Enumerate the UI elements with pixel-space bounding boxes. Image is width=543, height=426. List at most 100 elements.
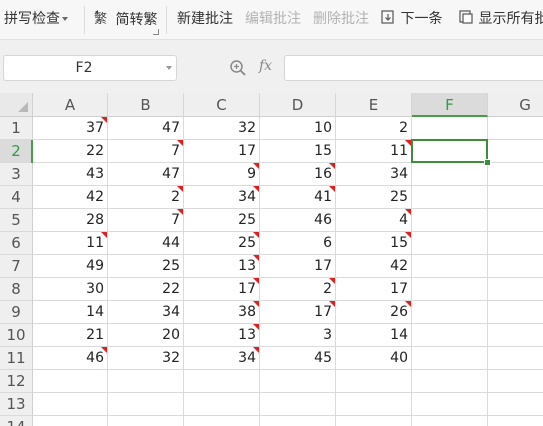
cell-g13[interactable] — [488, 393, 543, 416]
cell-b7[interactable]: 25 — [108, 255, 184, 278]
cell-d12[interactable] — [260, 370, 336, 393]
cell-e2[interactable]: 11 — [336, 140, 412, 163]
cell-f5[interactable] — [412, 209, 488, 232]
comment-indicator-icon[interactable] — [405, 232, 411, 238]
cell-d8[interactable]: 2 — [260, 278, 336, 301]
cell-c1[interactable]: 32 — [184, 117, 260, 140]
cell-f3[interactable] — [412, 163, 488, 186]
cell-g6[interactable] — [488, 232, 543, 255]
cell-g1[interactable] — [488, 117, 543, 140]
row-header[interactable]: 10 — [0, 324, 33, 347]
cell-d4[interactable]: 41 — [260, 186, 336, 209]
cell-g9[interactable] — [488, 301, 543, 324]
comment-indicator-icon[interactable] — [253, 324, 259, 330]
cell-e14[interactable] — [336, 416, 412, 426]
cell-b11[interactable]: 32 — [108, 347, 184, 370]
cell-e11[interactable]: 40 — [336, 347, 412, 370]
cell-g8[interactable] — [488, 278, 543, 301]
comment-indicator-icon[interactable] — [253, 347, 259, 353]
cell-e4[interactable]: 25 — [336, 186, 412, 209]
column-header-d[interactable]: D — [260, 93, 336, 117]
cell-b2[interactable]: 7 — [108, 140, 184, 163]
cell-b9[interactable]: 34 — [108, 301, 184, 324]
cell-a13[interactable] — [33, 393, 108, 416]
cell-c4[interactable]: 34 — [184, 186, 260, 209]
comment-indicator-icon[interactable] — [177, 140, 183, 146]
comment-indicator-icon[interactable] — [405, 301, 411, 307]
row-header[interactable]: 1 — [0, 117, 33, 140]
chevron-down-icon[interactable] — [62, 17, 68, 21]
comment-indicator-icon[interactable] — [253, 278, 259, 284]
column-header-g[interactable]: G — [488, 93, 543, 117]
cell-c2[interactable]: 17 — [184, 140, 260, 163]
comment-indicator-icon[interactable] — [329, 186, 335, 192]
dialog-launcher-icon[interactable] — [153, 29, 159, 35]
comment-indicator-icon[interactable] — [329, 278, 335, 284]
cell-b5[interactable]: 7 — [108, 209, 184, 232]
cell-e7[interactable]: 42 — [336, 255, 412, 278]
cell-a1[interactable]: 37 — [33, 117, 108, 140]
cell-e5[interactable]: 4 — [336, 209, 412, 232]
cell-c9[interactable]: 38 — [184, 301, 260, 324]
cell-d9[interactable]: 17 — [260, 301, 336, 324]
cell-a12[interactable] — [33, 370, 108, 393]
cell-e13[interactable] — [336, 393, 412, 416]
zoom-icon[interactable] — [229, 59, 247, 77]
comment-indicator-icon[interactable] — [101, 232, 107, 238]
row-header[interactable]: 2 — [0, 140, 33, 163]
active-cell-selection[interactable] — [411, 139, 488, 163]
cell-g5[interactable] — [488, 209, 543, 232]
cell-a10[interactable]: 21 — [33, 324, 108, 347]
fill-handle[interactable] — [484, 159, 491, 166]
cell-a4[interactable]: 42 — [33, 186, 108, 209]
column-header-c[interactable]: C — [184, 93, 260, 117]
cell-d6[interactable]: 6 — [260, 232, 336, 255]
cell-d5[interactable]: 46 — [260, 209, 336, 232]
cell-b6[interactable]: 44 — [108, 232, 184, 255]
cell-c3[interactable]: 9 — [184, 163, 260, 186]
cell-b8[interactable]: 22 — [108, 278, 184, 301]
cell-f14[interactable] — [412, 416, 488, 426]
cell-a9[interactable]: 14 — [33, 301, 108, 324]
comment-indicator-icon[interactable] — [101, 117, 107, 123]
next-comment-button[interactable]: 下一条 — [380, 9, 442, 29]
cell-a2[interactable]: 22 — [33, 140, 108, 163]
chevron-down-icon[interactable] — [166, 66, 172, 70]
cell-b13[interactable] — [108, 393, 184, 416]
cell-g10[interactable] — [488, 324, 543, 347]
cell-a11[interactable]: 46 — [33, 347, 108, 370]
delete-comment-button[interactable]: 删除批注 — [313, 9, 369, 29]
cell-c13[interactable] — [184, 393, 260, 416]
row-header[interactable]: 4 — [0, 186, 33, 209]
cell-g11[interactable] — [488, 347, 543, 370]
cell-b4[interactable]: 2 — [108, 186, 184, 209]
comment-indicator-icon[interactable] — [101, 347, 107, 353]
cell-c11[interactable]: 34 — [184, 347, 260, 370]
cell-f9[interactable] — [412, 301, 488, 324]
cell-b12[interactable] — [108, 370, 184, 393]
cell-c12[interactable] — [184, 370, 260, 393]
comment-indicator-icon[interactable] — [329, 301, 335, 307]
cell-e3[interactable]: 34 — [336, 163, 412, 186]
row-header[interactable]: 5 — [0, 209, 33, 232]
cell-d13[interactable] — [260, 393, 336, 416]
cell-d2[interactable]: 15 — [260, 140, 336, 163]
column-header-a[interactable]: A — [33, 93, 108, 117]
cell-f4[interactable] — [412, 186, 488, 209]
cell-f8[interactable] — [412, 278, 488, 301]
column-header-e[interactable]: E — [336, 93, 412, 117]
row-header[interactable]: 6 — [0, 232, 33, 255]
column-header-b[interactable]: B — [108, 93, 184, 117]
cell-c7[interactable]: 13 — [184, 255, 260, 278]
formula-input[interactable] — [284, 55, 543, 81]
comment-indicator-icon[interactable] — [405, 209, 411, 215]
cell-e6[interactable]: 15 — [336, 232, 412, 255]
cell-e8[interactable]: 17 — [336, 278, 412, 301]
cell-e12[interactable] — [336, 370, 412, 393]
cell-d10[interactable]: 3 — [260, 324, 336, 347]
cell-e1[interactable]: 2 — [336, 117, 412, 140]
cell-d7[interactable]: 17 — [260, 255, 336, 278]
column-header-f[interactable]: F — [412, 93, 488, 117]
cell-g3[interactable] — [488, 163, 543, 186]
cell-a7[interactable]: 49 — [33, 255, 108, 278]
